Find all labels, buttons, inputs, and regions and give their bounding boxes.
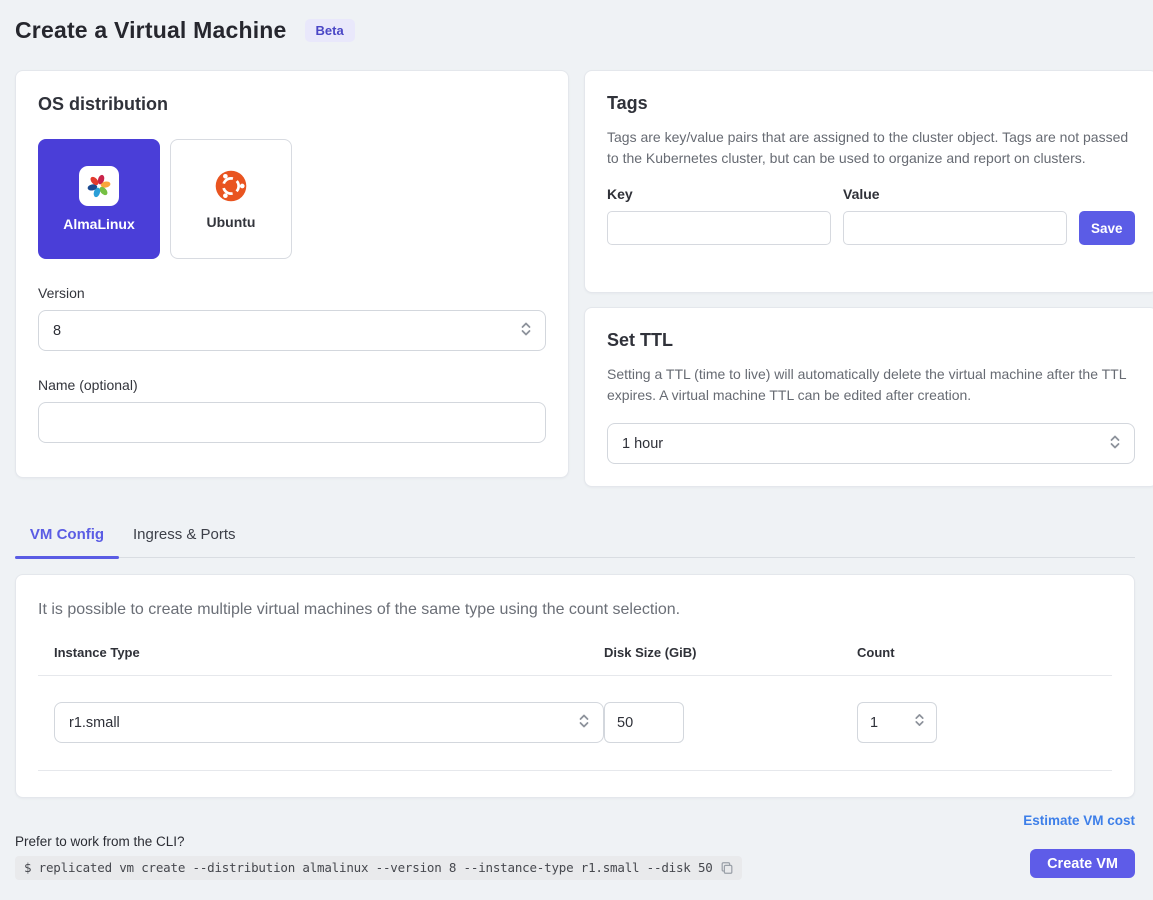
table-row-divider (38, 770, 1112, 771)
stepper-arrows-icon[interactable] (913, 711, 926, 734)
footer-row: Prefer to work from the CLI? $ replicate… (15, 834, 1135, 880)
instance-type-select[interactable]: r1.small (54, 702, 604, 743)
column-count: Count (857, 645, 1112, 675)
tab-vm-config[interactable]: VM Config (15, 514, 119, 557)
create-vm-button[interactable]: Create VM (1030, 849, 1135, 878)
beta-badge: Beta (305, 19, 355, 42)
os-tile-row: AlmaLinux Ubuntu (38, 139, 546, 259)
chevron-up-down-icon (577, 712, 591, 734)
cli-block: Prefer to work from the CLI? $ replicate… (15, 834, 742, 880)
tags-card: Tags Tags are key/value pairs that are a… (584, 70, 1153, 293)
ubuntu-logo-icon (213, 168, 249, 204)
cli-command-block: $ replicated vm create --distribution al… (15, 856, 742, 880)
save-tag-button[interactable]: Save (1079, 211, 1135, 245)
version-select-value: 8 (53, 323, 61, 339)
page-header: Create a Virtual Machine Beta (15, 17, 1135, 44)
tag-value-input[interactable] (843, 211, 1067, 245)
tag-key-input[interactable] (607, 211, 831, 245)
copy-icon[interactable] (720, 861, 734, 875)
column-instance-type: Instance Type (54, 645, 604, 675)
count-stepper[interactable] (857, 702, 937, 743)
count-input[interactable] (858, 715, 898, 731)
vm-table-row: r1.small (38, 676, 1112, 770)
page-title: Create a Virtual Machine (15, 17, 287, 44)
tab-bar: VM Config Ingress & Ports (15, 514, 1135, 558)
tag-value-label: Value (843, 186, 1067, 202)
vm-table: Instance Type Disk Size (GiB) Count r1.s… (38, 645, 1112, 771)
instance-type-cell: r1.small (54, 702, 604, 743)
column-disk-size: Disk Size (GiB) (604, 645, 857, 675)
set-ttl-card: Set TTL Setting a TTL (time to live) wil… (584, 307, 1153, 487)
os-tile-label: Ubuntu (207, 214, 256, 230)
estimate-vm-cost-link[interactable]: Estimate VM cost (1023, 813, 1135, 828)
disk-size-input[interactable] (604, 702, 684, 743)
chevron-up-down-icon (1108, 433, 1122, 455)
vm-name-input[interactable] (38, 402, 546, 443)
vm-config-card: It is possible to create multiple virtua… (15, 574, 1135, 798)
tags-card-title: Tags (607, 93, 1135, 114)
right-column: Tags Tags are key/value pairs that are a… (584, 70, 1153, 487)
tag-value-field: Value (843, 186, 1067, 245)
tab-ingress-ports[interactable]: Ingress & Ports (119, 514, 250, 557)
os-distribution-card: OS distribution (15, 70, 569, 478)
cli-prompt-text: Prefer to work from the CLI? (15, 834, 742, 849)
os-tile-ubuntu[interactable]: Ubuntu (170, 139, 292, 259)
chevron-up-down-icon (519, 320, 533, 342)
cli-command-text: $ replicated vm create --distribution al… (24, 860, 713, 875)
ttl-card-title: Set TTL (607, 330, 1135, 351)
os-card-title: OS distribution (38, 94, 546, 115)
tags-description: Tags are key/value pairs that are assign… (607, 127, 1135, 168)
footer-top: Estimate VM cost (15, 813, 1135, 828)
os-tile-label: AlmaLinux (63, 216, 135, 232)
vm-config-intro: It is possible to create multiple virtua… (38, 601, 1112, 619)
tags-kv-row: Key Value Save (607, 186, 1135, 245)
vm-name-label: Name (optional) (38, 377, 546, 393)
instance-type-value: r1.small (69, 715, 120, 731)
vm-table-header: Instance Type Disk Size (GiB) Count (38, 645, 1112, 675)
ttl-select[interactable]: 1 hour (607, 423, 1135, 464)
count-cell (857, 702, 1112, 743)
tag-key-field: Key (607, 186, 831, 245)
tag-key-label: Key (607, 186, 831, 202)
version-select[interactable]: 8 (38, 310, 546, 351)
ttl-select-value: 1 hour (622, 436, 663, 452)
os-tile-almalinux[interactable]: AlmaLinux (38, 139, 160, 259)
version-label: Version (38, 285, 546, 301)
top-grid: OS distribution (15, 70, 1135, 487)
disk-size-cell (604, 702, 857, 743)
ttl-description: Setting a TTL (time to live) will automa… (607, 364, 1135, 405)
almalinux-logo-icon (79, 166, 119, 206)
